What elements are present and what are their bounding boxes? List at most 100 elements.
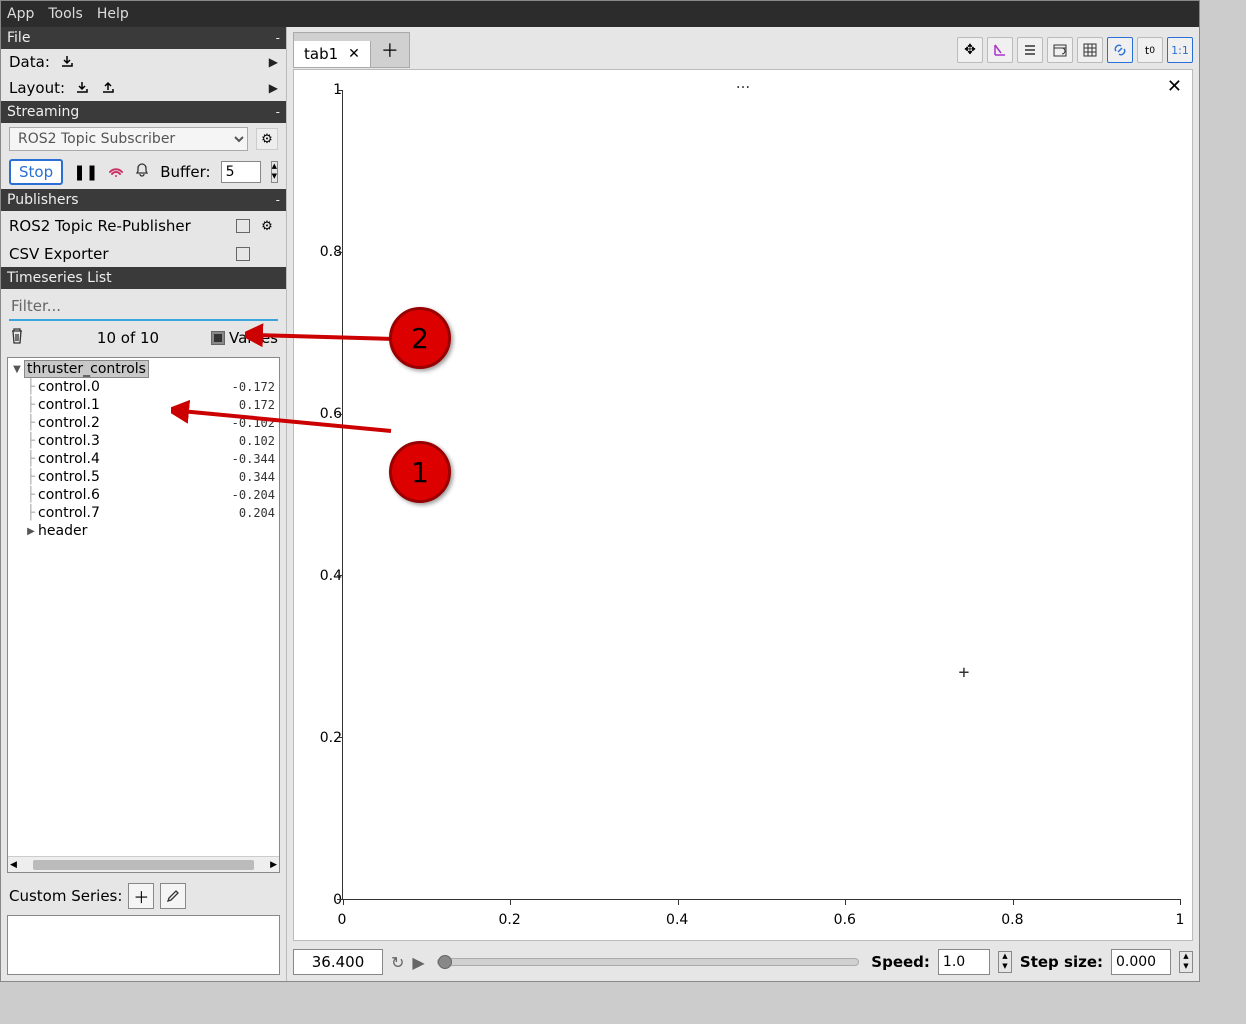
calendar-icon[interactable] [1047, 37, 1073, 63]
data-row[interactable]: Data: ▶ [1, 49, 286, 75]
tree-item-value: 0.172 [239, 398, 277, 412]
section-streaming[interactable]: Streaming - [1, 101, 286, 123]
plot-area[interactable]: ... ✕ 00.20.40.60.81 00.20.40.60.81 + [293, 69, 1193, 941]
filter-input[interactable] [9, 293, 278, 321]
section-file[interactable]: File - [1, 27, 286, 49]
list-icon[interactable] [1017, 37, 1043, 63]
tree-item[interactable]: ├control.0-0.172 [10, 378, 277, 396]
speed-input[interactable] [938, 949, 990, 975]
menubar: App Tools Help [1, 1, 1199, 27]
tree-root-label: thruster_controls [24, 361, 277, 377]
ratio-icon[interactable]: 1:1 [1167, 37, 1193, 63]
tree-item[interactable]: ├control.6-0.204 [10, 486, 277, 504]
tab[interactable]: tab1 ✕ [294, 41, 371, 67]
section-timeseries-label: Timeseries List [7, 270, 112, 286]
tree-item-value: -0.172 [232, 380, 277, 394]
tree-root[interactable]: ▼ thruster_controls [10, 360, 277, 378]
tree-item-label: header [38, 523, 277, 539]
topbar: tab1 ✕ ＋ ✥ t0 1:1 [287, 27, 1199, 65]
tree-hscrollbar[interactable]: ◀ ▶ [8, 856, 279, 872]
layout-row[interactable]: Layout: ▶ [1, 75, 286, 101]
grid-icon[interactable] [1077, 37, 1103, 63]
tree-item[interactable]: ├control.2-0.102 [10, 414, 277, 432]
tree-item[interactable]: ├control.4-0.344 [10, 450, 277, 468]
step-spinner[interactable]: ▲▼ [1179, 951, 1193, 973]
custom-series-list[interactable] [7, 915, 280, 975]
publisher-name: ROS2 Topic Re-Publisher [9, 217, 230, 235]
speed-label: Speed: [871, 953, 930, 971]
speed-spinner[interactable]: ▲▼ [998, 951, 1012, 973]
export-layout-icon[interactable] [99, 79, 117, 97]
app-window: App Tools Help File - Data: ▶ Layout: [0, 0, 1200, 982]
tree-item-value: -0.344 [232, 452, 277, 466]
axes-icon[interactable] [987, 37, 1013, 63]
stream-source-select[interactable]: ROS2 Topic Subscriber [9, 127, 248, 151]
menu-tools[interactable]: Tools [48, 6, 83, 22]
plot-toolbar: ✥ t0 1:1 [957, 37, 1193, 63]
tree[interactable]: ▼ thruster_controls ├control.0-0.172├con… [8, 358, 279, 856]
section-publishers[interactable]: Publishers - [1, 189, 286, 211]
time-display[interactable]: 36.400 [293, 949, 383, 975]
import-layout-icon[interactable] [73, 79, 91, 97]
x-axis: 00.20.40.60.81 [342, 904, 1180, 932]
t0-icon[interactable]: t0 [1137, 37, 1163, 63]
time-slider[interactable] [437, 958, 860, 966]
slider-handle[interactable] [438, 955, 452, 969]
pause-icon[interactable]: ❚❚ [73, 163, 98, 181]
buffer-label: Buffer: [160, 163, 210, 181]
buffer-spinner[interactable]: ▲▼ [271, 161, 278, 183]
list-meta-row: 10 of 10 Values [1, 321, 286, 355]
loop-icon[interactable]: ↻ [391, 953, 404, 972]
values-label: Values [229, 329, 278, 347]
link-icon[interactable] [1107, 37, 1133, 63]
import-icon[interactable] [58, 53, 76, 71]
menu-help[interactable]: Help [97, 6, 129, 22]
play-icon[interactable]: ▶ [412, 953, 424, 972]
tree-twisty-open-icon[interactable]: ▼ [10, 364, 24, 375]
gear-icon[interactable]: ⚙ [256, 215, 278, 237]
add-custom-button[interactable]: ＋ [128, 883, 154, 909]
playback-bar: 36.400 ↻ ▶ Speed: ▲▼ Step size: ▲▼ [287, 945, 1199, 981]
tree-branch-icon: ├ [24, 379, 38, 395]
publisher-checkbox[interactable] [236, 219, 250, 233]
tree-item[interactable]: ├control.10.172 [10, 396, 277, 414]
layout-label: Layout: [9, 79, 65, 97]
bell-icon[interactable] [134, 162, 150, 182]
x-tick-label: 0 [338, 912, 347, 928]
tree-branch-icon: ├ [24, 451, 38, 467]
tree-item[interactable]: ▶ header [10, 522, 277, 540]
custom-series-row: Custom Series: ＋ [1, 877, 286, 915]
edit-custom-button[interactable] [160, 883, 186, 909]
x-tick-label: 0.6 [834, 912, 856, 928]
values-checkbox[interactable] [211, 331, 225, 345]
x-tick-label: 1 [1176, 912, 1185, 928]
step-input[interactable] [1111, 949, 1171, 975]
stop-button[interactable]: Stop [9, 159, 63, 185]
tree-twisty-closed-icon[interactable]: ▶ [24, 526, 38, 537]
section-timeseries[interactable]: Timeseries List [1, 267, 286, 289]
buffer-input[interactable] [221, 161, 261, 183]
x-tick-mark [1180, 899, 1181, 905]
y-tick-mark [337, 90, 343, 91]
wifi-icon[interactable] [108, 162, 124, 182]
x-tick-label: 0.4 [666, 912, 688, 928]
section-publishers-label: Publishers [7, 192, 79, 208]
sidebar: File - Data: ▶ Layout: ▶ [1, 27, 287, 981]
tree-item[interactable]: ├control.50.344 [10, 468, 277, 486]
tree-branch-icon: ├ [24, 505, 38, 521]
y-tick-mark [337, 575, 343, 576]
tree-item-label: control.4 [38, 451, 232, 467]
trash-icon[interactable] [9, 327, 25, 349]
publisher-checkbox[interactable] [236, 247, 250, 261]
tree-item-label: control.7 [38, 505, 239, 521]
add-tab-button[interactable]: ＋ [371, 33, 409, 67]
close-icon[interactable]: ✕ [348, 46, 360, 62]
collapse-icon: - [276, 31, 280, 45]
x-tick-label: 0.8 [1001, 912, 1023, 928]
move-icon[interactable]: ✥ [957, 37, 983, 63]
gear-icon[interactable]: ⚙ [256, 128, 278, 150]
plot-canvas[interactable] [342, 90, 1180, 900]
tree-item[interactable]: ├control.30.102 [10, 432, 277, 450]
tree-item[interactable]: ├control.70.204 [10, 504, 277, 522]
menu-app[interactable]: App [7, 6, 34, 22]
